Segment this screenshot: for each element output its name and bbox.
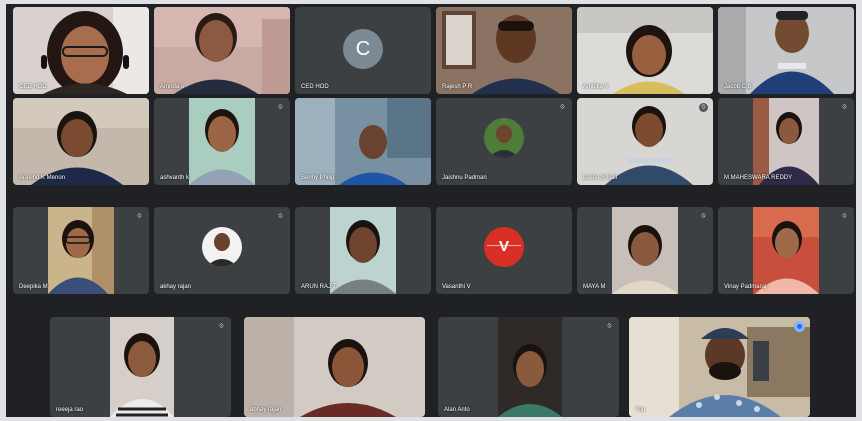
participant-silhouette xyxy=(13,7,149,94)
participant-tile[interactable]: Amruta s xyxy=(154,7,290,94)
participant-silhouette xyxy=(189,98,255,185)
participant-video xyxy=(753,98,819,185)
participant-video xyxy=(577,7,713,94)
mic-muted-icon: ⦸ xyxy=(217,322,226,331)
participant-name: You xyxy=(635,407,646,413)
participant-silhouette xyxy=(718,7,854,94)
participant-video xyxy=(48,207,114,294)
participant-name: MAYA M xyxy=(583,284,606,290)
participant-video xyxy=(154,7,290,94)
participant-silhouette xyxy=(612,207,678,294)
participant-name: Amruta s xyxy=(160,84,185,90)
participant-tile[interactable]: ⦸ Vinay Padmaraj xyxy=(718,207,854,294)
participant-tile[interactable]: ⦸ akhay rajan xyxy=(154,207,290,294)
participant-name: Vasanthi V xyxy=(442,284,471,290)
participant-silhouette xyxy=(244,317,425,417)
participant-tile[interactable]: ⦸ Deepika M xyxy=(13,207,149,294)
participant-tile[interactable]: V Vasanthi V xyxy=(436,207,572,294)
speaking-indicator-icon xyxy=(794,321,805,332)
mic-muted-icon: ⦸ xyxy=(558,103,567,112)
participant-name: Ambika V xyxy=(583,84,609,90)
mic-muted-icon: ⦸ xyxy=(605,322,614,331)
participant-tile[interactable]: ⦸ reeeja rao xyxy=(50,317,231,417)
participant-name: Rajesh P R xyxy=(442,84,473,90)
mic-muted-icon: ⦸ xyxy=(276,103,285,112)
participant-name: Vinay Padmaraj xyxy=(724,284,767,290)
participant-name: ARUN RAJ T xyxy=(301,284,337,290)
participant-video xyxy=(110,317,174,417)
participant-name: Alan Anto xyxy=(444,407,470,413)
participant-name: Jaishnu Padman xyxy=(442,175,487,181)
participant-name: Benny Philip xyxy=(301,175,335,181)
participant-video xyxy=(498,317,562,417)
participant-silhouette xyxy=(295,98,431,185)
participant-silhouette xyxy=(629,317,810,417)
participant-tile[interactable]: ⦸ Jaishnu Padman xyxy=(436,98,572,185)
participant-silhouette xyxy=(110,317,174,417)
participant-tile[interactable]: ⦸ M MAHESWARA REDDY xyxy=(718,98,854,185)
participant-initial: V xyxy=(498,237,509,255)
participant-silhouette xyxy=(154,7,290,94)
participant-video xyxy=(244,317,425,417)
mic-muted-icon: ⦸ xyxy=(840,103,849,112)
participant-silhouette xyxy=(13,98,149,185)
participant-name: ashvanth k xyxy=(160,175,190,181)
participant-tile-self[interactable]: You xyxy=(629,317,810,417)
participant-silhouette xyxy=(577,7,713,94)
participant-video xyxy=(629,317,810,417)
participant-tile[interactable]: ⦸ Alan Anto xyxy=(438,317,619,417)
participant-name: Aravind K Menon xyxy=(19,175,66,181)
participant-silhouette xyxy=(436,7,572,94)
participant-silhouette xyxy=(753,207,819,294)
participant-video xyxy=(753,207,819,294)
participant-silhouette xyxy=(498,317,562,417)
participant-video xyxy=(13,98,149,185)
participant-tile[interactable]: Ambika V xyxy=(577,7,713,94)
participant-name: Deepika M xyxy=(19,284,48,290)
participant-avatar: V xyxy=(484,226,524,267)
participant-tile[interactable]: ⦸ ashvanth k xyxy=(154,98,290,185)
mic-muted-icon: ⦸ xyxy=(699,103,708,112)
participant-name: akhay rajan xyxy=(160,284,192,290)
participant-video xyxy=(577,98,713,185)
participant-silhouette xyxy=(753,98,819,185)
participant-tile[interactable]: ⦸ Lesha S Nair xyxy=(577,98,713,185)
participant-tile[interactable]: Aravind K Menon xyxy=(13,98,149,185)
mic-muted-icon: ⦸ xyxy=(276,212,285,221)
participant-avatar xyxy=(484,117,524,158)
meeting-grid: CED HOD Amruta s C CED HOD Rajesh P R Am… xyxy=(6,4,856,417)
participant-name: abhay rajan xyxy=(250,407,282,413)
mic-muted-icon: ⦸ xyxy=(135,212,144,221)
participant-name: CED HOD xyxy=(301,84,329,90)
participant-name: CED HOD xyxy=(19,84,47,90)
participant-video xyxy=(13,7,149,94)
participant-name: Lesha S Nair xyxy=(583,175,618,181)
participant-video xyxy=(189,98,255,185)
participant-tile[interactable]: C CED HOD xyxy=(295,7,431,94)
mic-muted-icon: ⦸ xyxy=(840,212,849,221)
participant-tile[interactable]: Rajesh P R xyxy=(436,7,572,94)
participant-tile[interactable]: abhay rajan xyxy=(244,317,425,417)
participant-avatar xyxy=(202,226,242,267)
mic-muted-icon: ⦸ xyxy=(699,212,708,221)
participant-video xyxy=(330,207,396,294)
participant-tile[interactable]: Benny Philip xyxy=(295,98,431,185)
participant-video xyxy=(436,7,572,94)
participant-tile[interactable]: CED HOD xyxy=(13,7,149,94)
participant-tile[interactable]: ⦸ MAYA M xyxy=(577,207,713,294)
participant-name: Jacob C B xyxy=(724,84,752,90)
participant-avatar: C xyxy=(343,28,383,69)
participant-video xyxy=(295,98,431,185)
participant-video xyxy=(718,7,854,94)
participant-silhouette xyxy=(330,207,396,294)
participant-video xyxy=(612,207,678,294)
participant-name: M MAHESWARA REDDY xyxy=(724,175,793,181)
participant-silhouette xyxy=(577,98,713,185)
participant-tile[interactable]: ARUN RAJ T xyxy=(295,207,431,294)
participant-name: reeeja rao xyxy=(56,407,84,413)
participant-silhouette xyxy=(48,207,114,294)
participant-tile[interactable]: Jacob C B xyxy=(718,7,854,94)
